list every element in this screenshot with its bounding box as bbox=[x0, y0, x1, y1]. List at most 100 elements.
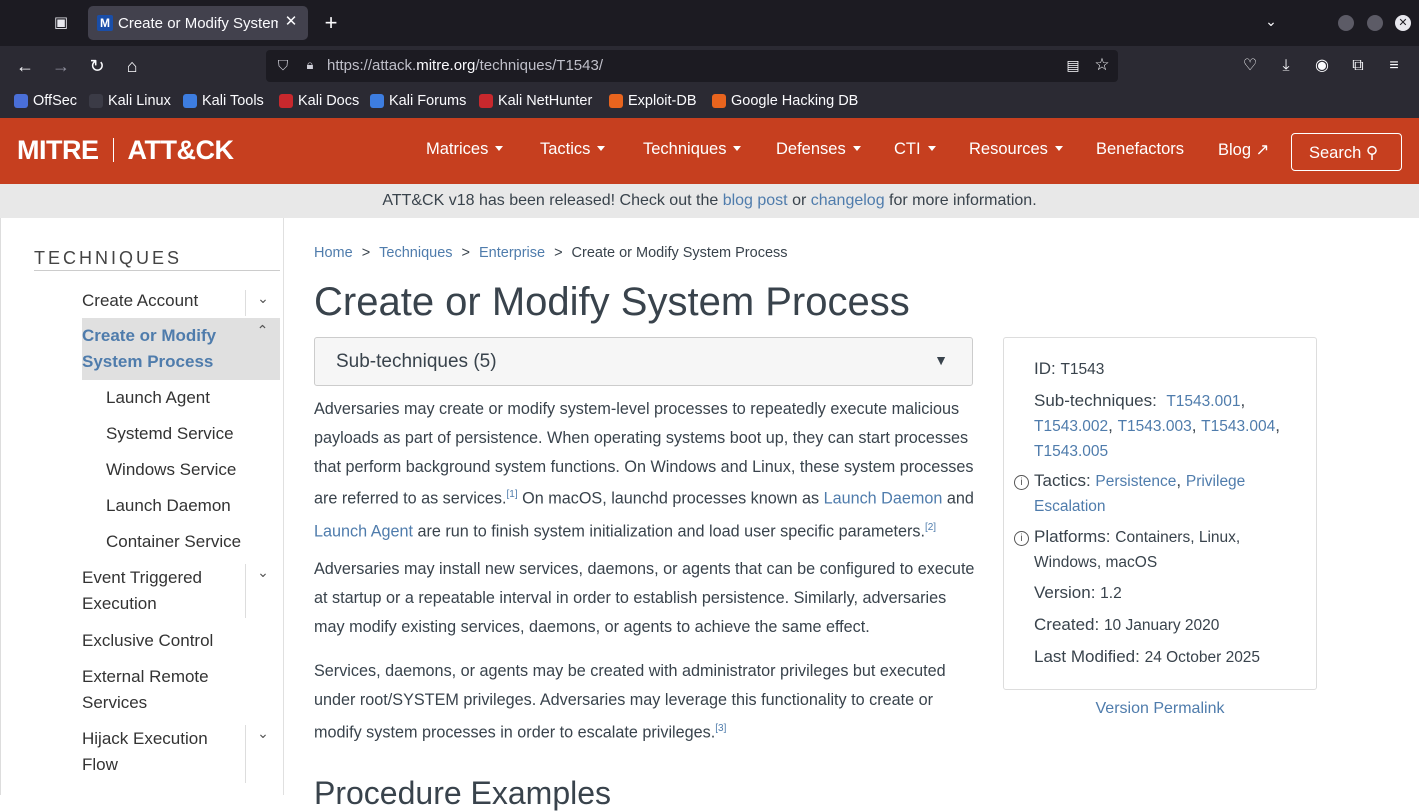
reference-2-link[interactable]: [2] bbox=[925, 522, 936, 533]
created-value: 10 January 2020 bbox=[1103, 617, 1220, 634]
pocket-icon[interactable]: ♡ bbox=[1238, 54, 1262, 78]
bookmark-offsec[interactable]: OffSec bbox=[14, 93, 77, 109]
bookmark-kali-docs[interactable]: Kali Docs bbox=[279, 93, 359, 109]
reader-view-icon[interactable]: ▤ bbox=[1064, 57, 1082, 75]
subtechnique-link-001[interactable]: T1543.001 bbox=[1166, 393, 1240, 410]
chevron-down-icon[interactable]: ⌄ bbox=[245, 725, 280, 783]
lock-icon[interactable]: 🔒︎ bbox=[301, 57, 319, 75]
sidebar-subitem-container-service[interactable]: Container Service bbox=[106, 529, 241, 555]
sidebar-item-event-triggered-execution[interactable]: Event Triggered Execution bbox=[82, 565, 232, 617]
maximize-window-button[interactable] bbox=[1367, 15, 1383, 31]
bookmark-kali-linux[interactable]: Kali Linux bbox=[89, 93, 171, 109]
technique-info-card: ID: T1543 Sub-techniques: T1543.001, T15… bbox=[1003, 337, 1317, 690]
sub-techniques-dropdown[interactable]: Sub-techniques (5) ▼ bbox=[314, 337, 973, 386]
nav-defenses[interactable]: Defenses bbox=[776, 140, 861, 159]
caret-down-icon bbox=[927, 146, 936, 151]
tab-title: Create or Modify System Process bbox=[118, 15, 278, 32]
home-icon[interactable]: ⌂ bbox=[120, 54, 144, 78]
url-text[interactable]: https://attack.mitre.org/techniques/T154… bbox=[327, 57, 603, 74]
bookmark-exploit-db[interactable]: Exploit-DB bbox=[609, 93, 697, 109]
mitre-attack-logo[interactable]: MITRE ATT&CK bbox=[17, 135, 234, 165]
extensions-icon[interactable]: ⧉ bbox=[1346, 54, 1370, 78]
chevron-down-icon[interactable]: ⌄ bbox=[1261, 13, 1281, 33]
description-paragraph-1: Adversaries may create or modify system-… bbox=[314, 400, 974, 540]
breadcrumb-enterprise[interactable]: Enterprise bbox=[479, 245, 545, 261]
sidebar-divider bbox=[34, 270, 280, 271]
tracking-shield-icon[interactable]: ⛉ bbox=[274, 57, 292, 75]
bookmark-kali-tools[interactable]: Kali Tools bbox=[183, 93, 264, 109]
sub-techniques-label: Sub-techniques (5) bbox=[336, 351, 497, 372]
description-paragraph-3: Services, daemons, or agents may be crea… bbox=[314, 662, 946, 741]
tactic-persistence-link[interactable]: Persistence bbox=[1095, 473, 1176, 490]
nav-blog[interactable]: Blog ↗ bbox=[1218, 140, 1269, 160]
caret-down-icon bbox=[495, 146, 504, 151]
kali-tools-icon bbox=[183, 94, 197, 108]
sidebar-item-hijack-execution-flow[interactable]: Hijack Execution Flow bbox=[82, 726, 232, 778]
card-subtechniques-row: Sub-techniques: T1543.001, T1543.002, T1… bbox=[1034, 391, 1281, 460]
reference-1-link[interactable]: [1] bbox=[507, 489, 518, 500]
subtechnique-link-004[interactable]: T1543.004 bbox=[1201, 418, 1275, 435]
account-icon[interactable]: ◉ bbox=[1310, 54, 1334, 78]
subtechnique-link-003[interactable]: T1543.003 bbox=[1118, 418, 1192, 435]
changelog-link[interactable]: changelog bbox=[811, 192, 885, 209]
nav-cti[interactable]: CTI bbox=[894, 140, 936, 159]
subtechnique-link-005[interactable]: T1543.005 bbox=[1034, 443, 1108, 460]
page-title: Create or Modify System Process bbox=[314, 280, 910, 324]
nav-benefactors[interactable]: Benefactors bbox=[1096, 140, 1184, 159]
sidebar-subitem-launch-daemon[interactable]: Launch Daemon bbox=[106, 493, 231, 519]
chevron-down-icon: ▼ bbox=[934, 352, 948, 368]
browser-tab-bar: ▣ M Create or Modify System Process ✕ + … bbox=[0, 0, 1419, 46]
sidebar-item-create-or-modify-system-process[interactable]: Create or Modify System Process bbox=[82, 323, 232, 375]
version-permalink-link[interactable]: Version Permalink bbox=[1096, 700, 1225, 717]
bookmark-kali-nethunter[interactable]: Kali NetHunter bbox=[479, 93, 592, 109]
info-icon[interactable]: i bbox=[1014, 531, 1029, 546]
bookmark-star-icon[interactable]: ☆ bbox=[1092, 55, 1112, 75]
sidebar-item-external-remote-services[interactable]: External Remote Services bbox=[82, 664, 232, 716]
sidebar-subitem-systemd-service[interactable]: Systemd Service bbox=[106, 421, 234, 447]
subtechnique-link-002[interactable]: T1543.002 bbox=[1034, 418, 1108, 435]
browser-tab-active[interactable]: M Create or Modify System Process ✕ bbox=[88, 6, 308, 40]
launch-agent-link[interactable]: Launch Agent bbox=[314, 522, 413, 540]
menu-icon[interactable]: ≡ bbox=[1382, 54, 1406, 78]
external-link-icon: ↗ bbox=[1255, 141, 1270, 159]
breadcrumb-home[interactable]: Home bbox=[314, 245, 353, 261]
sidebar-item-create-account[interactable]: Create Account bbox=[82, 288, 198, 314]
forward-arrow-icon[interactable]: → bbox=[49, 54, 73, 78]
sidebar-item-exclusive-control[interactable]: Exclusive Control bbox=[82, 628, 213, 654]
bookmark-google-hacking-db[interactable]: Google Hacking DB bbox=[712, 93, 858, 109]
modified-value: 24 October 2025 bbox=[1144, 649, 1261, 666]
nav-tactics[interactable]: Tactics bbox=[540, 140, 606, 159]
chevron-down-icon[interactable]: ⌄ bbox=[245, 290, 280, 316]
sidebar-subitem-launch-agent[interactable]: Launch Agent bbox=[106, 385, 210, 411]
chevron-up-icon[interactable]: ⌃ bbox=[245, 322, 280, 378]
blog-post-link[interactable]: blog post bbox=[723, 192, 788, 209]
bookmark-kali-forums[interactable]: Kali Forums bbox=[370, 93, 466, 109]
kali-docs-icon bbox=[279, 94, 293, 108]
breadcrumb-techniques[interactable]: Techniques bbox=[379, 245, 452, 261]
caret-down-icon bbox=[1054, 146, 1063, 151]
techniques-sidebar: TECHNIQUES Create Account ⌄ Create or Mo… bbox=[0, 218, 284, 795]
nav-matrices[interactable]: Matrices bbox=[426, 140, 504, 159]
search-button[interactable]: Search ⚲ bbox=[1291, 133, 1402, 171]
card-version-row: Version: 1.2 bbox=[1034, 583, 1122, 602]
back-arrow-icon[interactable]: ← bbox=[13, 54, 37, 78]
minimize-window-button[interactable] bbox=[1338, 15, 1354, 31]
caret-down-icon bbox=[597, 146, 606, 151]
bookmarks-toolbar: OffSec Kali Linux Kali Tools Kali Docs K… bbox=[0, 86, 1419, 118]
chevron-down-icon[interactable]: ⌄ bbox=[245, 564, 280, 618]
close-window-button[interactable]: ✕ bbox=[1395, 15, 1411, 31]
downloads-icon[interactable]: ⤓ bbox=[1274, 54, 1298, 78]
tab-overview-icon[interactable]: ▣ bbox=[50, 12, 72, 34]
new-tab-icon[interactable]: + bbox=[320, 12, 342, 34]
card-modified-row: Last Modified: 24 October 2025 bbox=[1034, 647, 1261, 666]
nav-techniques[interactable]: Techniques bbox=[643, 140, 742, 159]
close-tab-icon[interactable]: ✕ bbox=[282, 13, 300, 31]
reload-icon[interactable]: ↻ bbox=[85, 54, 109, 78]
nav-resources[interactable]: Resources bbox=[969, 140, 1063, 159]
reference-3-link[interactable]: [3] bbox=[715, 723, 726, 734]
info-icon[interactable]: i bbox=[1014, 475, 1029, 490]
sidebar-subitem-windows-service[interactable]: Windows Service bbox=[106, 457, 236, 483]
nethunter-icon bbox=[479, 94, 493, 108]
launch-daemon-link[interactable]: Launch Daemon bbox=[824, 490, 943, 508]
url-bar[interactable]: ⛉ 🔒︎ https://attack.mitre.org/techniques… bbox=[266, 50, 1118, 82]
